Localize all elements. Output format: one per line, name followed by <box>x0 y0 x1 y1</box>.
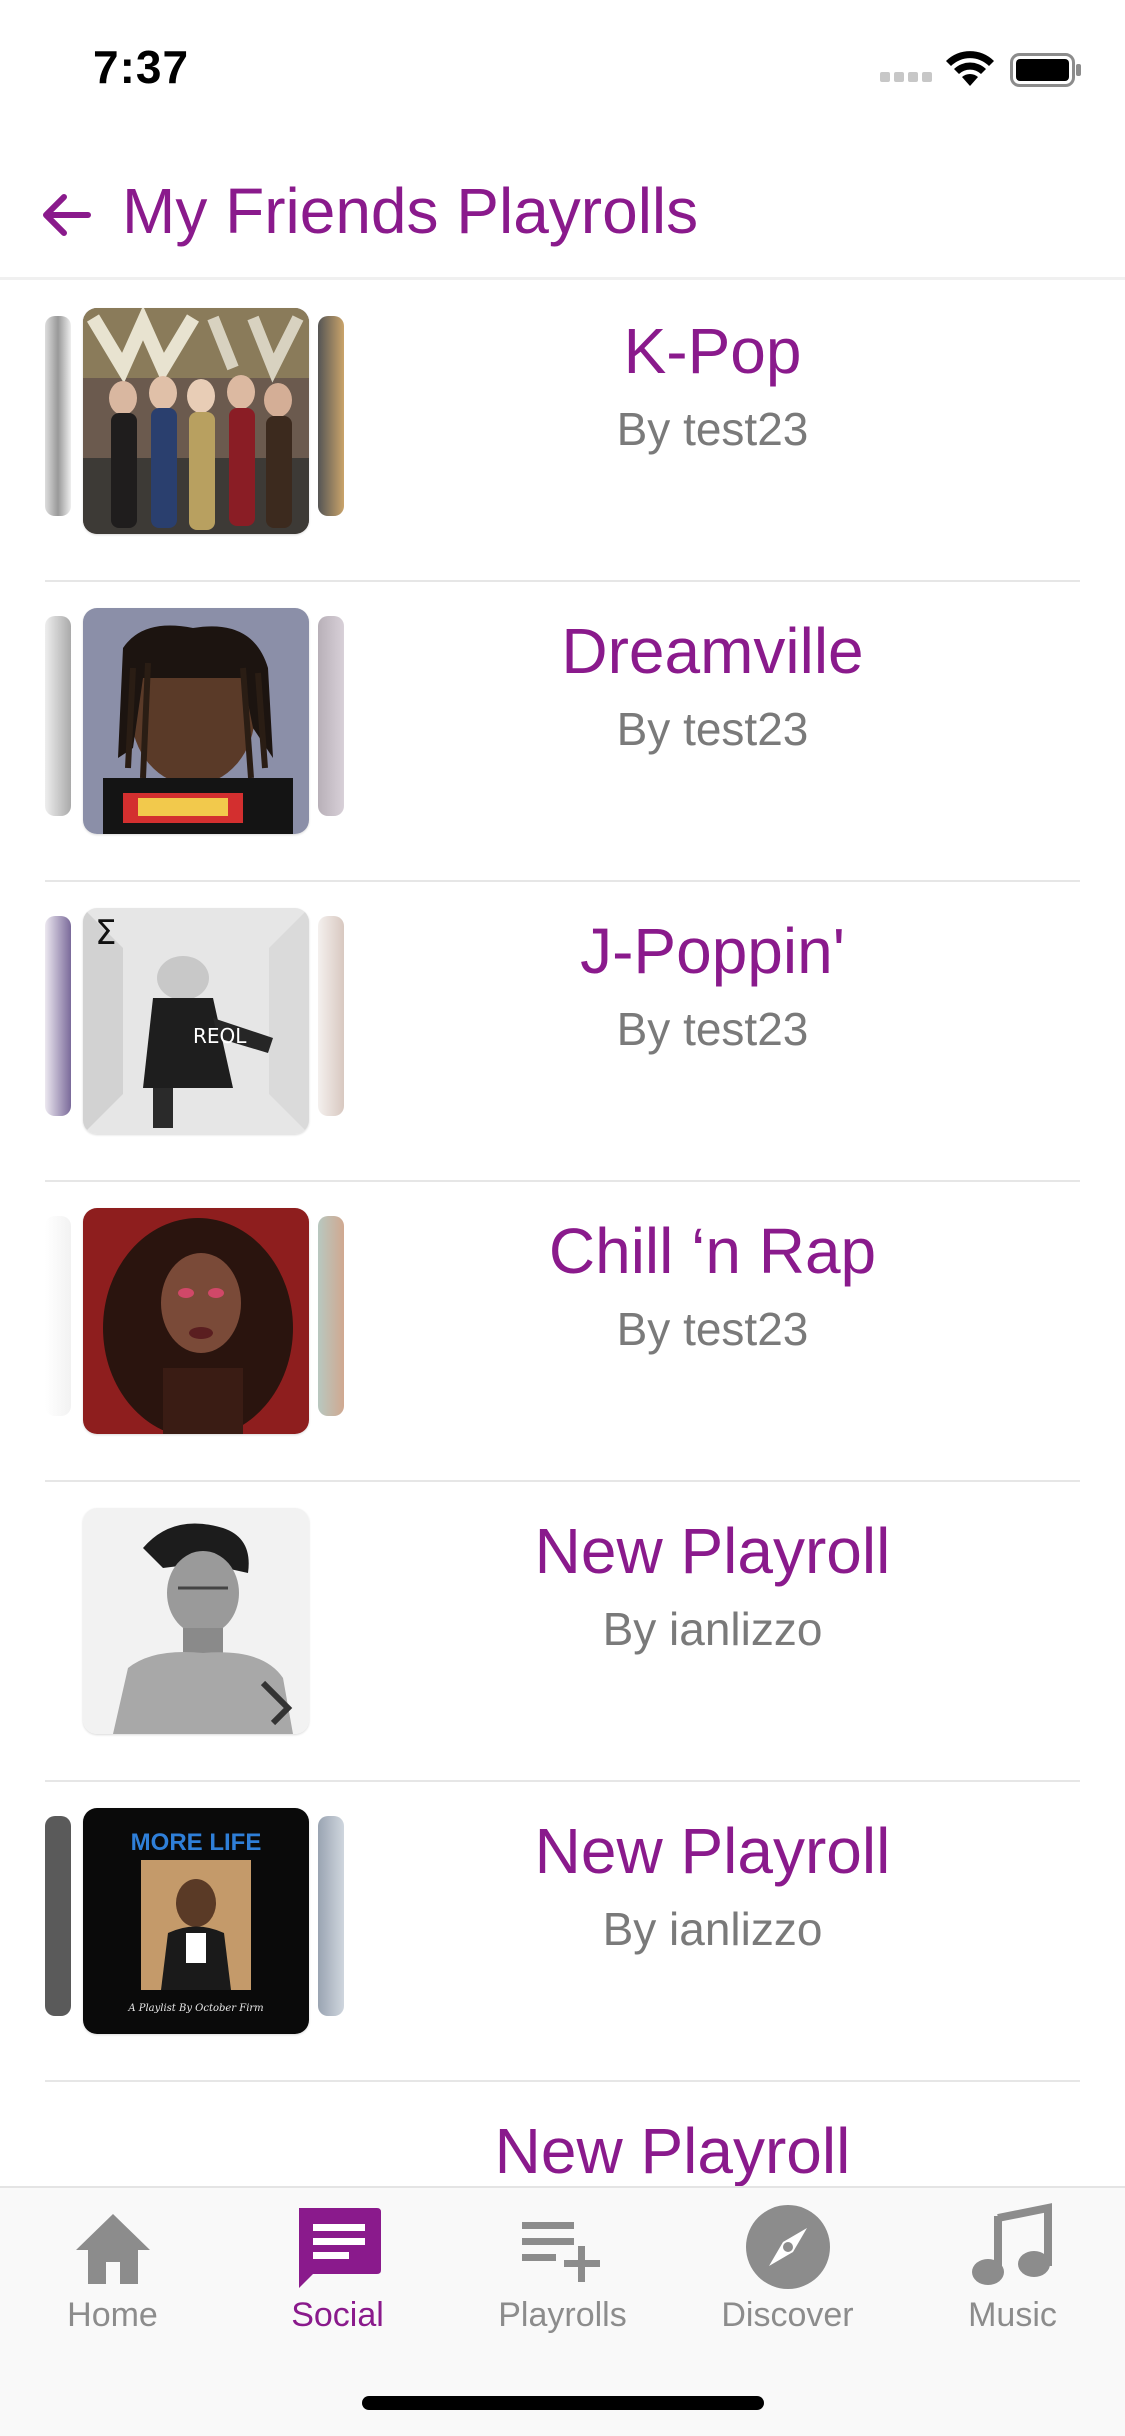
playroll-row[interactable]: Chill ‘n Rap By test23 <box>0 1182 1125 1482</box>
cover-peek-left <box>45 1816 71 2016</box>
home-icon <box>76 2214 150 2284</box>
playroll-author: By test23 <box>616 1003 809 1055</box>
svg-text:A Playlist By October Firm: A Playlist By October Firm <box>127 2003 263 2014</box>
header: My Friends Playrolls <box>0 132 1125 280</box>
playroll-row[interactable]: K-Pop By test23 <box>0 282 1125 582</box>
playroll-row[interactable]: New Playroll <box>0 2082 1125 2186</box>
tab-social[interactable]: Social <box>225 2188 450 2348</box>
status-bar: 7:37 <box>0 0 1125 132</box>
cover-peek-left <box>45 916 71 1116</box>
signal-icon <box>880 72 934 84</box>
playroll-title[interactable]: New Playroll <box>360 2114 985 2186</box>
svg-text:Σ: Σ <box>95 913 116 953</box>
tab-label: Playrolls <box>498 2296 627 2334</box>
tab-label: Home <box>67 2296 158 2334</box>
back-arrow-icon[interactable] <box>38 187 94 243</box>
compass-icon <box>746 2205 830 2289</box>
chat-icon <box>299 2208 381 2288</box>
battery-icon <box>1010 53 1081 87</box>
cover-peek-right <box>318 1816 344 2016</box>
playroll-cover[interactable] <box>83 1508 309 1734</box>
tab-label: Social <box>291 2296 384 2334</box>
playroll-author: By test23 <box>616 703 809 755</box>
playroll-title[interactable]: J-Poppin' <box>400 914 1025 988</box>
playroll-cover[interactable]: MORE LIFE A Playlist By October Firm <box>83 1808 309 2034</box>
playroll-row[interactable]: Dreamville By test23 <box>0 582 1125 882</box>
playroll-list[interactable]: K-Pop By test23 Dreamville By test23 REO… <box>0 282 1125 2186</box>
tab-label: Discover <box>721 2296 854 2334</box>
playroll-title[interactable]: New Playroll <box>400 1514 1025 1588</box>
tab-music[interactable]: Music <box>900 2188 1125 2348</box>
cover-peek-left <box>45 316 71 516</box>
cover-peek-left <box>45 616 71 816</box>
music-note-icon <box>972 2203 1052 2285</box>
playroll-cover[interactable] <box>83 308 309 534</box>
home-indicator[interactable] <box>362 2396 764 2410</box>
playroll-title[interactable]: K-Pop <box>400 314 1025 388</box>
cover-peek-left <box>45 1216 71 1416</box>
playroll-author: By test23 <box>616 1303 809 1355</box>
playroll-cover[interactable]: REOL Σ <box>83 908 309 1134</box>
playroll-title[interactable]: New Playroll <box>400 1814 1025 1888</box>
wifi-icon <box>946 51 994 86</box>
status-time: 7:37 <box>93 41 190 93</box>
playroll-row[interactable]: MORE LIFE A Playlist By October Firm New… <box>0 1782 1125 2082</box>
cover-peek-right <box>318 1216 344 1416</box>
tab-home[interactable]: Home <box>0 2188 225 2348</box>
playroll-cover[interactable] <box>83 608 309 834</box>
playlist-add-icon <box>522 2222 600 2282</box>
tab-playrolls[interactable]: Playrolls <box>450 2188 675 2348</box>
playroll-title[interactable]: Dreamville <box>400 614 1025 688</box>
svg-text:REOL: REOL <box>193 1024 247 1048</box>
svg-text:MORE LIFE: MORE LIFE <box>131 1829 262 1856</box>
cover-peek-right <box>318 916 344 1116</box>
playroll-title[interactable]: Chill ‘n Rap <box>400 1214 1025 1288</box>
cover-peek-right <box>318 616 344 816</box>
tab-discover[interactable]: Discover <box>675 2188 900 2348</box>
playroll-row[interactable]: REOL Σ J-Poppin' By test23 <box>0 882 1125 1182</box>
playroll-author: By test23 <box>616 403 809 455</box>
playroll-author: By ianlizzo <box>602 1903 823 1955</box>
playroll-author: By ianlizzo <box>602 1603 823 1655</box>
playroll-row[interactable]: New Playroll By ianlizzo <box>0 1482 1125 1782</box>
tab-label: Music <box>968 2296 1057 2334</box>
cover-peek-right <box>318 316 344 516</box>
page-title: My Friends Playrolls <box>122 175 699 247</box>
playroll-cover[interactable] <box>83 1208 309 1434</box>
